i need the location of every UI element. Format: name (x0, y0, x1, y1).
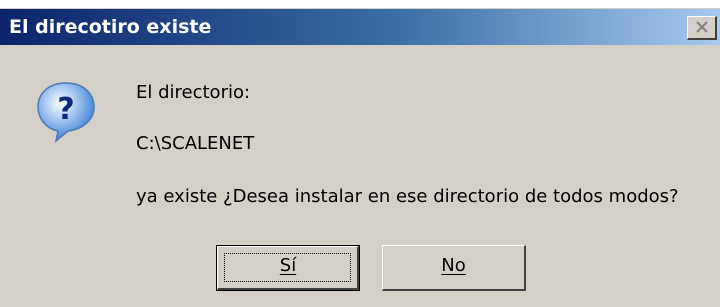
message-label: El directorio: (136, 82, 251, 103)
question-icon: ? (34, 79, 98, 143)
title-bar[interactable]: El direcotiro existe (0, 9, 720, 45)
yes-button-label: Sí (279, 255, 297, 276)
dialog-window: El direcotiro existe ? El directorio: C:… (0, 8, 720, 307)
directory-path: C:\SCALENET (136, 133, 255, 154)
no-button[interactable]: No (382, 245, 526, 291)
yes-button[interactable]: Sí (216, 245, 360, 291)
svg-text:?: ? (57, 92, 74, 127)
close-icon (696, 21, 708, 33)
window-title: El direcotiro existe (9, 16, 212, 38)
close-button[interactable] (687, 16, 717, 40)
message-question: ya existe ¿Desea instalar en ese directo… (136, 186, 679, 207)
no-button-label: No (441, 255, 466, 276)
